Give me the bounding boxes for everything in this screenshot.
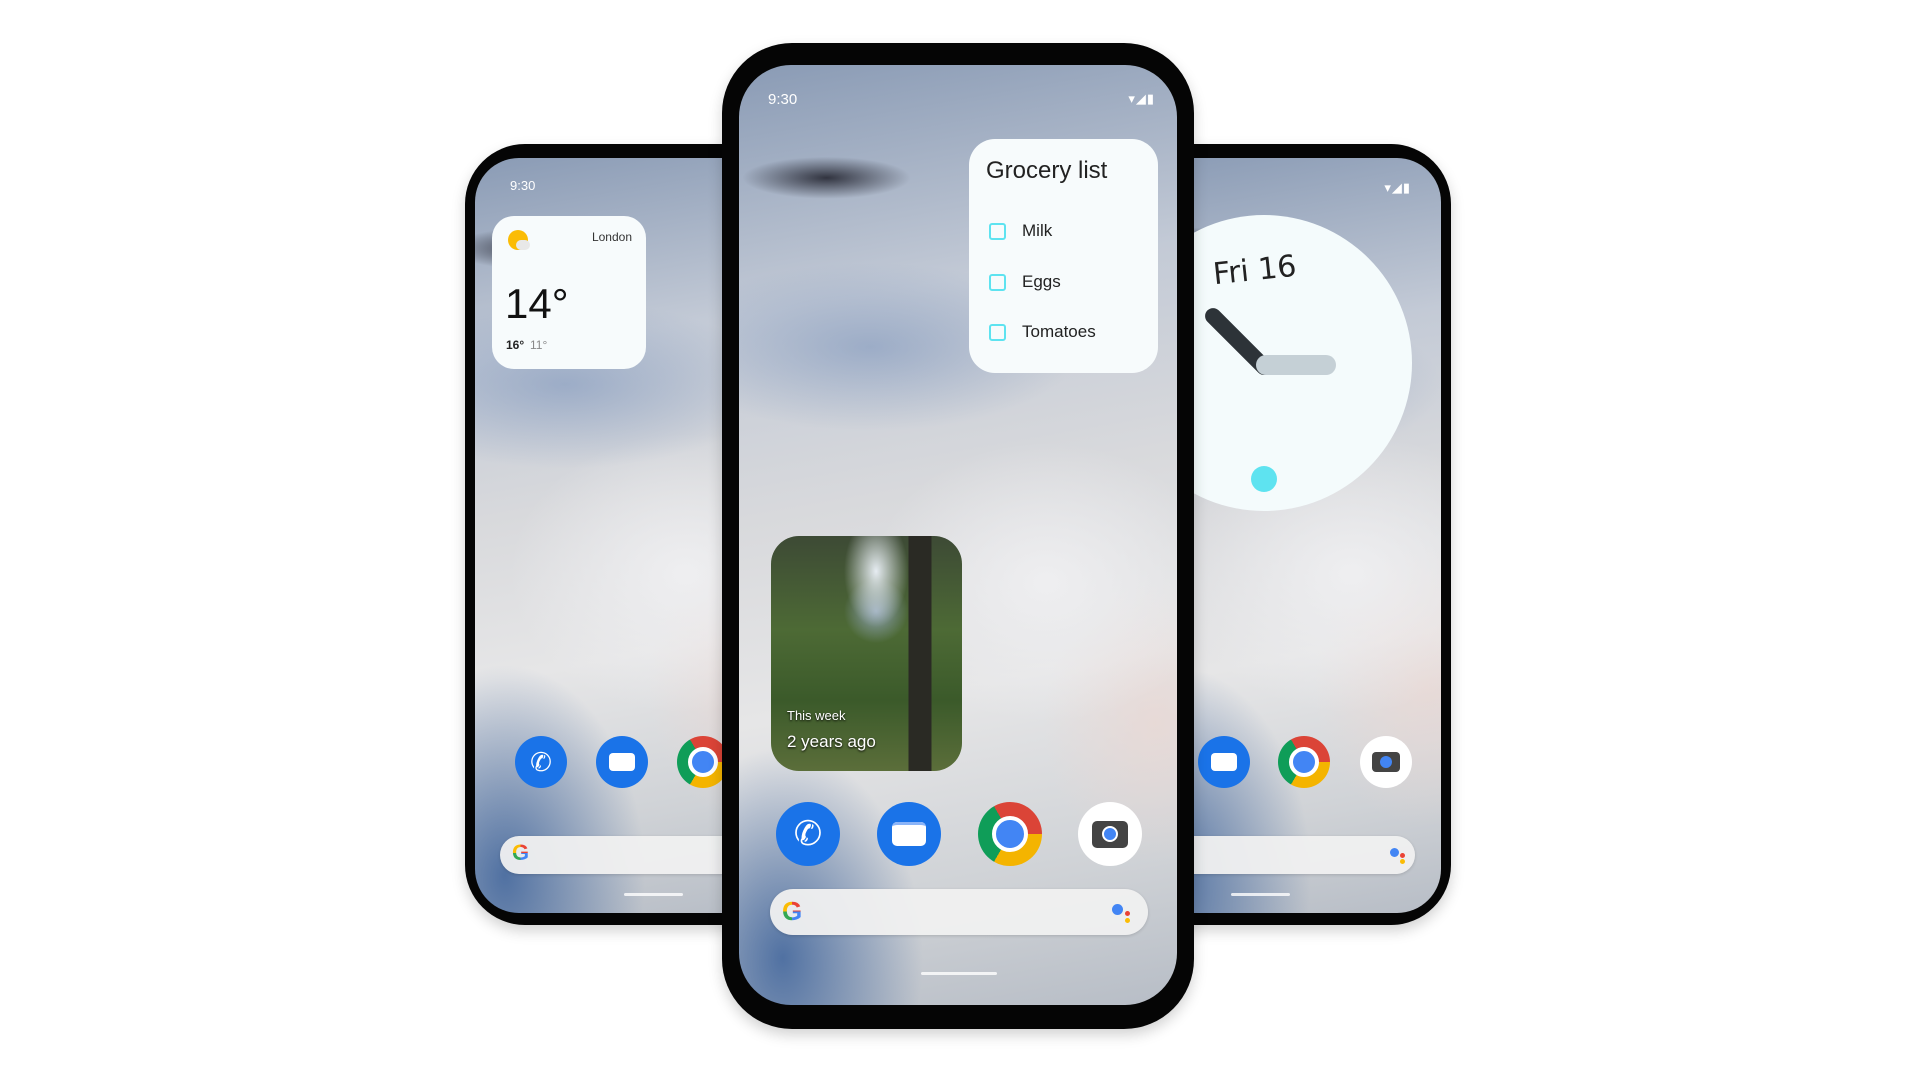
assistant-icon <box>1112 904 1123 915</box>
messages-app-icon[interactable] <box>1198 736 1250 788</box>
center-phone: 9:30 ▾◢▮ Grocery list Milk Eggs Tomatoes… <box>722 43 1194 1029</box>
home-indicator <box>921 972 997 975</box>
messages-app-icon[interactable] <box>877 802 941 866</box>
phone-app-icon[interactable]: ✆ <box>776 802 840 866</box>
camera-app-icon[interactable] <box>1360 736 1412 788</box>
phone-app-icon[interactable]: ✆ <box>515 736 567 788</box>
status-icons: ▾◢▮ <box>1384 180 1411 195</box>
home-indicator <box>624 893 683 896</box>
checkbox[interactable] <box>989 324 1006 342</box>
assistant-icon <box>1390 848 1399 857</box>
search-bar[interactable]: G <box>770 889 1148 935</box>
clock-seconds-dot <box>1251 466 1277 492</box>
chrome-app-icon[interactable] <box>1278 736 1330 788</box>
grocery-item[interactable]: Tomatoes <box>989 322 1096 342</box>
grocery-title: Grocery list <box>986 157 1108 184</box>
messages-app-icon[interactable] <box>596 736 648 788</box>
photo-subcaption: 2 years ago <box>787 732 876 751</box>
camera-app-icon[interactable] <box>1078 802 1142 866</box>
clock-date: Fri 16 <box>1211 248 1299 293</box>
weather-low: 11° <box>530 338 548 352</box>
weather-widget[interactable]: London 14° 16° 11° <box>492 216 646 369</box>
grocery-item[interactable]: Eggs <box>989 272 1061 292</box>
grocery-list-widget[interactable]: Grocery list Milk Eggs Tomatoes <box>969 139 1158 373</box>
status-time: 9:30 <box>768 91 798 108</box>
status-time: 9:30 <box>510 178 536 193</box>
clock-minute-hand <box>1256 355 1336 375</box>
photo-caption: This week <box>787 708 846 723</box>
chrome-app-icon[interactable] <box>978 802 1042 866</box>
cloud-icon <box>516 240 530 250</box>
photo-memory-widget[interactable]: This week 2 years ago <box>771 536 962 771</box>
weather-city: London <box>591 230 632 244</box>
google-icon: G <box>782 896 803 926</box>
home-indicator <box>1231 893 1290 896</box>
center-phone-screen: 9:30 ▾◢▮ Grocery list Milk Eggs Tomatoes… <box>739 65 1177 1005</box>
grocery-item[interactable]: Milk <box>989 221 1052 241</box>
checkbox[interactable] <box>989 274 1006 292</box>
weather-temp: 14° <box>505 280 569 327</box>
google-icon: G <box>512 840 530 865</box>
checkbox[interactable] <box>989 223 1006 241</box>
weather-high: 16° <box>506 338 525 352</box>
clock-center-dot <box>1251 315 1252 316</box>
status-icons: ▾◢▮ <box>1128 91 1155 106</box>
